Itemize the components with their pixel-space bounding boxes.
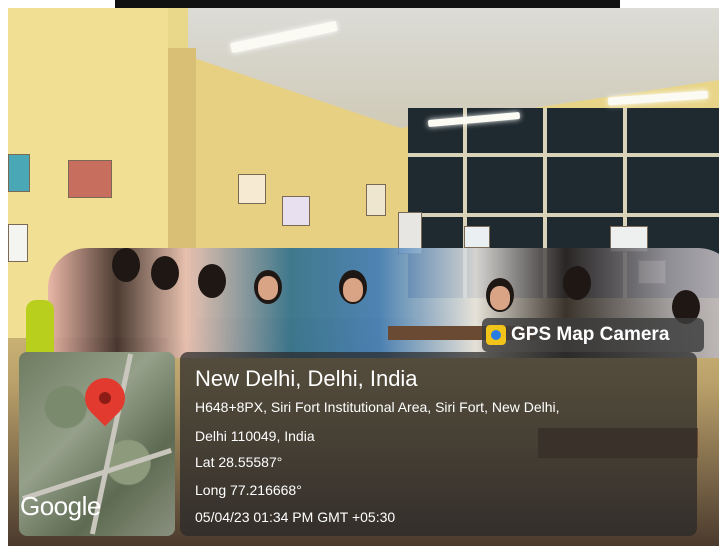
gps-map-camera-icon <box>486 325 506 345</box>
student <box>198 264 226 298</box>
student <box>151 256 179 290</box>
location-title: New Delhi, Delhi, India <box>195 366 418 391</box>
address-line-1: H648+8PX, Siri Fort Institutional Area, … <box>195 399 560 415</box>
student-face <box>490 286 510 310</box>
student-face <box>258 276 278 300</box>
wall-poster <box>8 154 30 192</box>
longitude: Long 77.216668° <box>195 482 302 498</box>
location-pin-center <box>99 392 111 404</box>
latitude: Lat 28.55587° <box>195 454 283 470</box>
gps-map-camera-label: GPS Map Camera <box>511 324 670 345</box>
map-attribution: Google <box>20 491 101 521</box>
wall-poster <box>68 160 112 198</box>
wall-poster <box>238 174 266 204</box>
date-time: 05/04/23 01:34 PM GMT +05:30 <box>195 509 396 525</box>
top-dark-bar <box>115 0 620 8</box>
wall-poster <box>282 196 310 226</box>
wall-poster <box>464 226 490 248</box>
student-face <box>343 278 363 302</box>
student <box>112 248 140 282</box>
student <box>563 266 591 300</box>
wall-poster <box>8 224 28 262</box>
address-line-2: Delhi 110049, India <box>195 428 315 444</box>
wall-poster <box>366 184 386 216</box>
